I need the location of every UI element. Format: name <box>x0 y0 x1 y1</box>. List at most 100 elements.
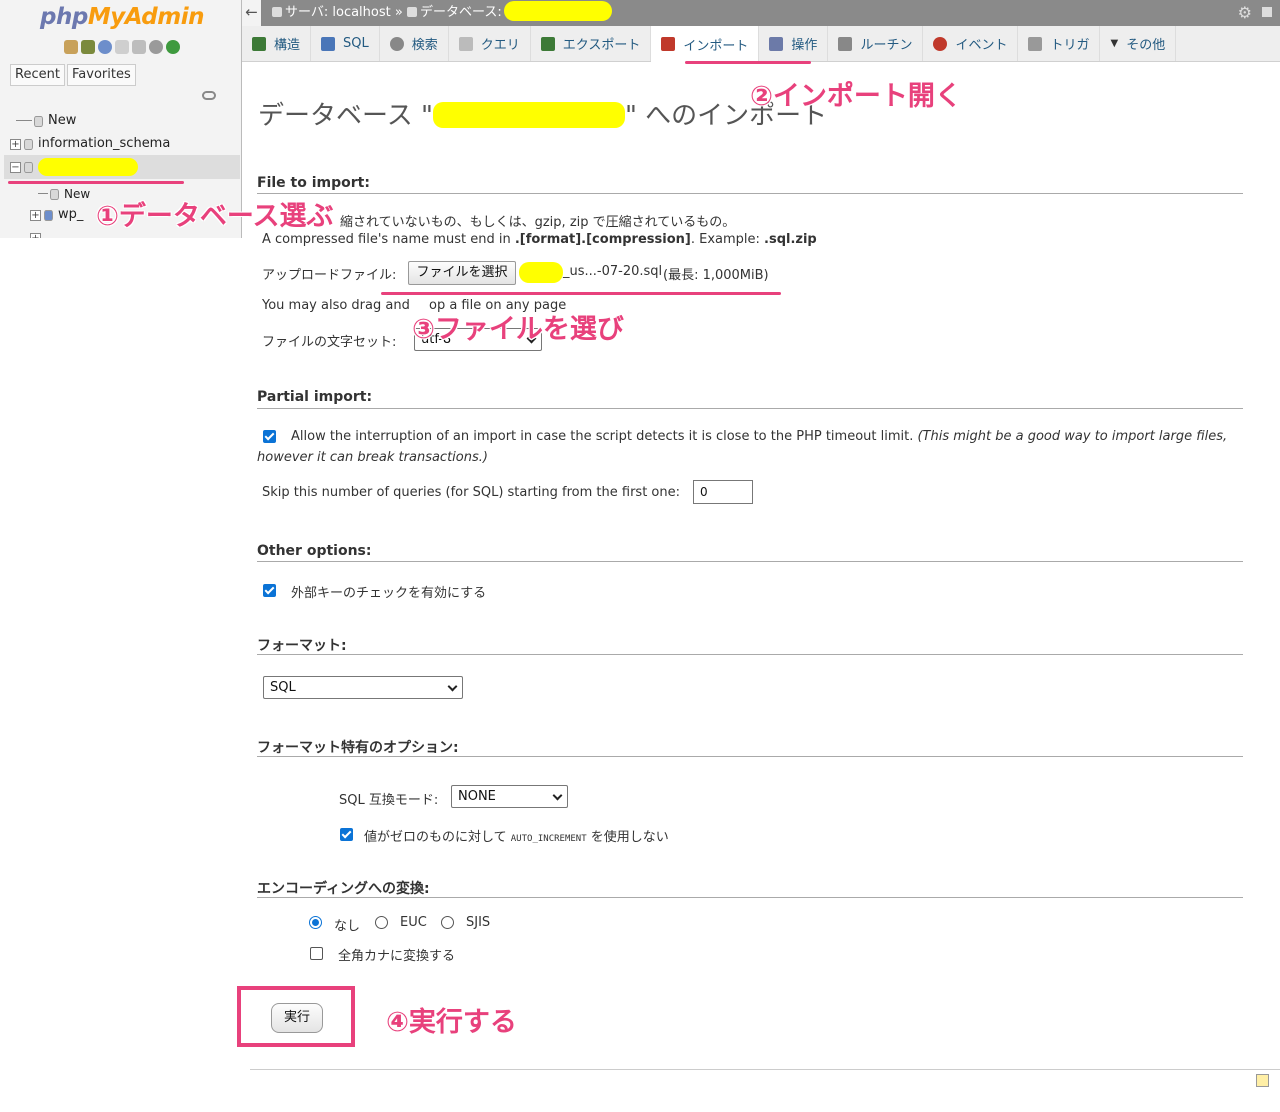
drag-drop-hint-a: You may also drag and <box>262 298 410 313</box>
section-title-format: フォーマット: <box>257 638 347 654</box>
tree-line-icon <box>38 184 48 194</box>
section-title-partial-import: Partial import: <box>257 389 373 405</box>
tree-item-new[interactable]: New <box>16 111 76 131</box>
tab-events[interactable]: イベント <box>923 26 1019 61</box>
annotation-step3: ③ファイルを選び <box>412 314 624 345</box>
tree-item-information-schema[interactable]: + information_schema <box>10 134 170 154</box>
database-icon <box>24 161 33 173</box>
tab-label: ルーチン <box>860 38 913 53</box>
section-divider <box>257 408 1243 409</box>
tab-routines[interactable]: ルーチン <box>828 26 924 61</box>
no-auto-increment-checkbox[interactable] <box>340 828 353 841</box>
allow-interrupt-note: (This might be a good way to import larg… <box>917 429 1228 444</box>
compressed-filename-hint: A compressed file's name must end in .[f… <box>262 232 817 247</box>
phpmyadmin-logo[interactable]: phpMyAdmin <box>40 4 204 30</box>
section-title-encoding: エンコーディングへの変換: <box>257 881 430 897</box>
section-divider <box>257 561 1243 562</box>
foreign-key-checks-checkbox[interactable] <box>263 584 276 597</box>
tab-label: 操作 <box>791 38 818 53</box>
encoding-euc-radio[interactable] <box>375 916 388 929</box>
link-with-main-icon[interactable] <box>202 91 216 100</box>
no-auto-increment-label: 値がゼロのものに対して <box>364 830 507 845</box>
no-auto-increment-label: を使用しない <box>590 830 669 845</box>
section-title-format-options: フォーマット特有のオプション: <box>257 740 459 756</box>
redacted-database-name <box>432 102 625 128</box>
clock-icon <box>933 36 948 51</box>
wrench-icon <box>769 36 784 51</box>
tree-item-selected-database[interactable]: − <box>10 157 138 177</box>
sidebar-quick-icons <box>64 40 180 54</box>
sql-compat-select[interactable]: NONE <box>451 785 568 808</box>
tab-sql[interactable]: SQL <box>311 26 380 61</box>
routine-icon <box>838 36 853 51</box>
trigger-icon <box>1028 36 1043 51</box>
section-title-other-options: Other options: <box>257 543 372 559</box>
tab-structure[interactable]: 構造 <box>242 26 312 61</box>
expand-icon[interactable]: + <box>30 232 41 238</box>
encoding-none-label: なし <box>334 919 361 934</box>
collapse-icon[interactable] <box>1262 7 1272 17</box>
table-icon <box>44 209 53 221</box>
tab-query[interactable]: クエリ <box>449 26 531 61</box>
skip-queries-label: Skip this number of queries (for SQL) st… <box>262 485 680 500</box>
tab-label: エクスポート <box>562 38 641 53</box>
format-select[interactable]: SQL <box>263 676 463 699</box>
choose-file-button[interactable]: ファイルを選択 <box>408 261 516 285</box>
favorites-button[interactable]: Favorites <box>67 64 136 86</box>
expand-icon[interactable]: + <box>30 209 41 221</box>
allow-interrupt-checkbox[interactable] <box>263 430 276 443</box>
tree-line-icon <box>16 111 32 121</box>
collapse-icon[interactable]: − <box>10 161 21 173</box>
zenkaku-kana-label: 全角カナに変換する <box>338 949 456 964</box>
zenkaku-kana-checkbox[interactable] <box>310 947 323 960</box>
console-icon[interactable] <box>1256 1074 1269 1087</box>
allow-interrupt-note-2: however it can break transactions.) <box>257 450 488 465</box>
encoding-none-radio[interactable] <box>309 916 322 929</box>
annotation-box-go-button <box>237 986 355 1047</box>
breadcrumb-bar: ← サーバ: localhost » データベース: ⚙ <box>242 0 1280 26</box>
recent-button[interactable]: Recent <box>10 64 65 86</box>
tab-more[interactable]: ▼ その他 <box>1100 26 1177 61</box>
hint-text: . Example: <box>690 232 765 247</box>
help-icon[interactable] <box>98 40 112 54</box>
back-arrow-icon[interactable]: ← <box>242 0 262 26</box>
annotation-underline-database <box>8 181 184 184</box>
docs-icon[interactable] <box>115 40 129 54</box>
tree-subitem-wp-table[interactable]: + wp_ <box>30 205 83 225</box>
tab-label: イベント <box>955 38 1008 53</box>
gear-icon[interactable] <box>149 40 163 54</box>
tree-subitem-new[interactable]: New <box>38 184 90 204</box>
database-icon <box>24 138 33 150</box>
skip-queries-input[interactable]: 0 <box>693 480 753 504</box>
tab-triggers[interactable]: トリガ <box>1018 26 1101 61</box>
tab-label: SQL <box>343 36 369 51</box>
section-divider <box>257 193 1243 194</box>
reload-icon[interactable] <box>166 40 180 54</box>
allow-interrupt-note: however it can break transactions.) <box>257 450 488 465</box>
logout-icon[interactable] <box>81 40 95 54</box>
encoding-sjis-radio[interactable] <box>441 916 454 929</box>
import-icon <box>661 37 676 51</box>
tab-export[interactable]: エクスポート <box>531 26 652 61</box>
breadcrumb-database[interactable]: データベース: <box>420 5 502 20</box>
logo-myadmin-text: MyAdmin <box>87 4 205 30</box>
sql-compat-label: SQL 互換モード: <box>339 793 439 808</box>
annotation-step1: ①データベース選ぶ <box>96 201 334 232</box>
home-icon[interactable] <box>64 40 78 54</box>
tree-item-label: New <box>64 187 91 201</box>
page-title-prefix: データベース " <box>258 101 433 131</box>
breadcrumb-server[interactable]: サーバ: localhost <box>285 5 391 20</box>
compression-description: 縮されていないもの、もしくは、gzip, zip で圧縮されているもの。 <box>340 215 736 230</box>
upload-file-label: アップロードファイル: <box>262 268 397 283</box>
tab-operations[interactable]: 操作 <box>759 26 829 61</box>
footer-divider <box>250 1069 1280 1070</box>
tab-import[interactable]: インポート <box>651 26 760 62</box>
tab-search[interactable]: 検索 <box>380 26 449 61</box>
tree-subitem-next-table[interactable]: + <box>30 228 44 238</box>
database-icon <box>407 7 417 17</box>
copy-icon[interactable] <box>132 40 146 54</box>
encoding-euc-label: EUC <box>400 915 427 930</box>
redacted-database-name <box>38 158 138 176</box>
settings-gear-icon[interactable]: ⚙ <box>1238 0 1252 26</box>
expand-icon[interactable]: + <box>10 138 21 150</box>
